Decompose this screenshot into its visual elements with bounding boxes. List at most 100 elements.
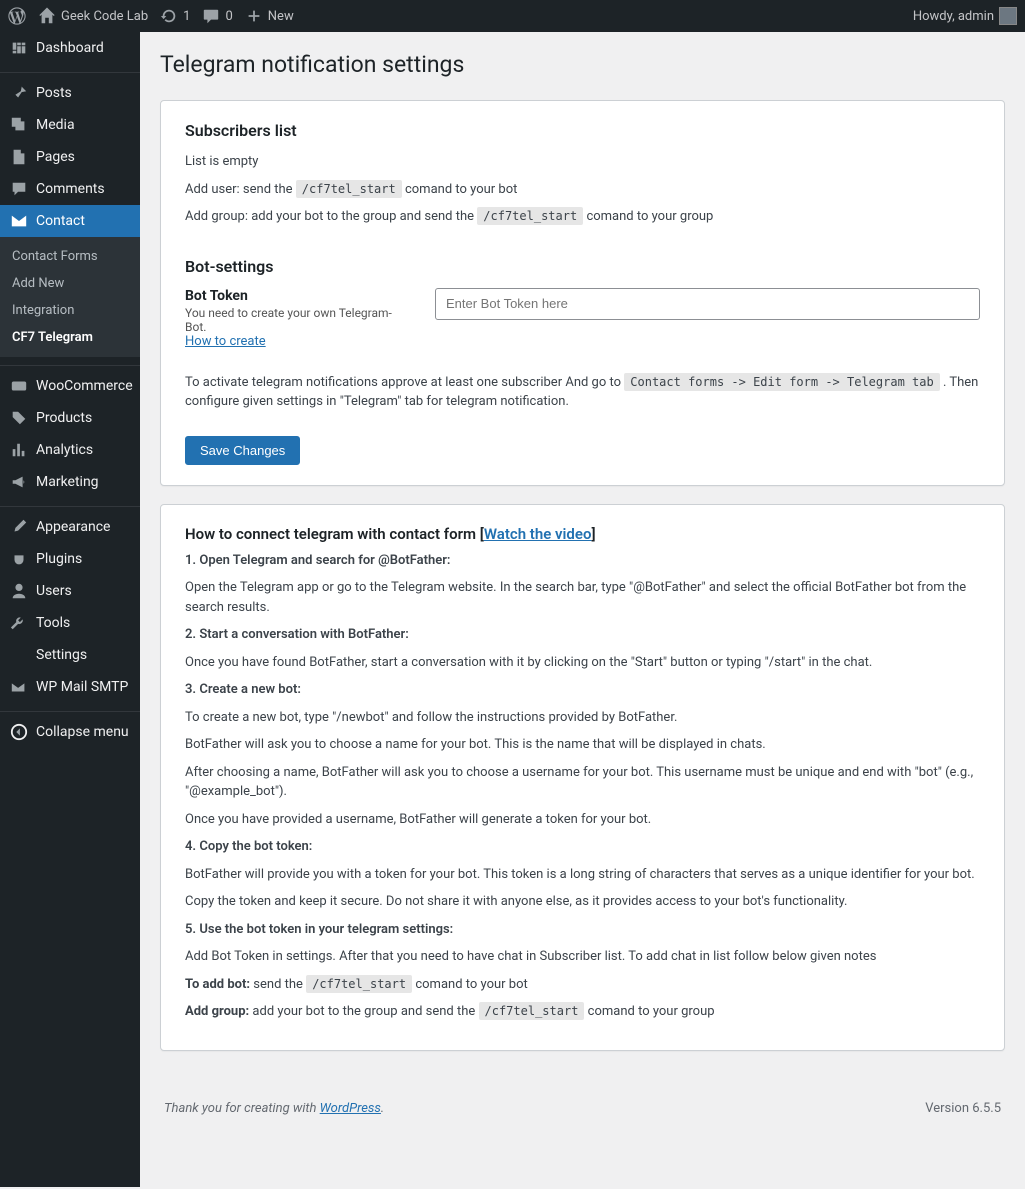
- menu-wp-mail-smtp[interactable]: WP Mail SMTP: [0, 671, 140, 703]
- menu-media[interactable]: Media: [0, 109, 140, 141]
- menu-plugins-label: Plugins: [36, 551, 82, 567]
- submenu-contact-forms[interactable]: Contact Forms: [0, 243, 140, 270]
- cmd-code: /cf7tel_start: [296, 180, 402, 198]
- bot-token-row: Bot Token You need to create your own Te…: [185, 288, 980, 349]
- menu-settings-label: Settings: [36, 647, 87, 663]
- step4-title: 4. Copy the bot token:: [185, 837, 980, 857]
- menu-products[interactable]: Products: [0, 402, 140, 434]
- media-icon: [10, 116, 28, 134]
- step5-title: 5. Use the bot token in your telegram se…: [185, 920, 980, 940]
- brush-icon: [10, 518, 28, 536]
- menu-appearance[interactable]: Appearance: [0, 511, 140, 543]
- submenu-add-new[interactable]: Add New: [0, 270, 140, 297]
- footer-thanks: Thank you for creating with WordPress.: [164, 1101, 384, 1116]
- bot-token-desc: You need to create your own Telegram-Bot…: [185, 306, 405, 334]
- menu-pages[interactable]: Pages: [0, 141, 140, 173]
- submenu-integration[interactable]: Integration: [0, 297, 140, 324]
- step2-text: Once you have found BotFather, start a c…: [185, 653, 980, 673]
- menu-tools-label: Tools: [36, 615, 70, 631]
- cmd-code: /cf7tel_start: [479, 1002, 585, 1020]
- menu-pages-label: Pages: [36, 149, 75, 165]
- step5-text1: Add Bot Token in settings. After that yo…: [185, 947, 980, 967]
- how-to-create-link[interactable]: How to create: [185, 334, 266, 349]
- watch-video-link[interactable]: Watch the video: [484, 525, 592, 543]
- woo-icon: [10, 377, 28, 395]
- step2-title: 2. Start a conversation with BotFather:: [185, 625, 980, 645]
- menu-posts[interactable]: Posts: [0, 77, 140, 109]
- pin-icon: [10, 84, 28, 102]
- bot-token-label-block: Bot Token You need to create your own Te…: [185, 288, 405, 349]
- menu-woocommerce-label: WooCommerce: [36, 378, 133, 394]
- pages-icon: [10, 148, 28, 166]
- menu-analytics-label: Analytics: [36, 442, 93, 458]
- list-empty-text: List is empty: [185, 152, 980, 172]
- howdy-text: Howdy, admin: [913, 9, 994, 24]
- step4-text2: Copy the token and keep it secure. Do no…: [185, 892, 980, 912]
- updates-count: 1: [183, 9, 190, 24]
- plug-icon: [10, 550, 28, 568]
- wrench-icon: [10, 614, 28, 632]
- step3-text1: To create a new bot, type "/newbot" and …: [185, 708, 980, 728]
- step5-addgroup: Add group: add your bot to the group and…: [185, 1002, 980, 1022]
- admin-bar: Geek Code Lab 1 0 New Howdy, admin: [0, 0, 1025, 32]
- footer-version: Version 6.5.5: [925, 1101, 1001, 1116]
- menu-contact-label: Contact: [36, 213, 85, 229]
- step3-text4: Once you have provided a username, BotFa…: [185, 810, 980, 830]
- cmd-code: /cf7tel_start: [477, 207, 583, 225]
- botsettings-heading: Bot-settings: [185, 257, 980, 276]
- collapse-label: Collapse menu: [36, 724, 129, 740]
- wordpress-link[interactable]: WordPress: [320, 1101, 381, 1116]
- admin-sidebar: Dashboard Posts Media Pages Comments Con…: [0, 32, 140, 1187]
- home-icon: [38, 7, 56, 25]
- step3-text3: After choosing a name, BotFather will as…: [185, 763, 980, 802]
- menu-comments[interactable]: Comments: [0, 173, 140, 205]
- add-user-instruction: Add user: send the /cf7tel_start comand …: [185, 180, 980, 200]
- content-area: Telegram notification settings Subscribe…: [140, 32, 1025, 1187]
- collapse-icon: [10, 723, 28, 741]
- page-title: Telegram notification settings: [160, 42, 1005, 82]
- analytics-icon: [10, 441, 28, 459]
- menu-comments-label: Comments: [36, 181, 105, 197]
- menu-wpmailsmtp-label: WP Mail SMTP: [36, 679, 128, 695]
- menu-analytics[interactable]: Analytics: [0, 434, 140, 466]
- menu-marketing[interactable]: Marketing: [0, 466, 140, 498]
- comments-count: 0: [225, 9, 232, 24]
- menu-dashboard-label: Dashboard: [36, 40, 104, 56]
- menu-users[interactable]: Users: [0, 575, 140, 607]
- comment-icon: [202, 7, 220, 25]
- wp-logo[interactable]: [8, 7, 26, 25]
- submenu-cf7-telegram[interactable]: CF7 Telegram: [0, 324, 140, 351]
- mail-icon: [10, 212, 28, 230]
- bot-token-label: Bot Token: [185, 288, 248, 304]
- envelope-fly-icon: [10, 678, 28, 696]
- menu-contact[interactable]: Contact: [0, 205, 140, 237]
- updates-link[interactable]: 1: [160, 7, 190, 25]
- site-name-link[interactable]: Geek Code Lab: [38, 7, 148, 25]
- comments-icon: [10, 180, 28, 198]
- add-group-instruction: Add group: add your bot to the group and…: [185, 207, 980, 227]
- menu-products-label: Products: [36, 410, 92, 426]
- howto-heading: How to connect telegram with contact for…: [185, 525, 980, 543]
- menu-settings[interactable]: Settings: [0, 639, 140, 671]
- bot-token-input[interactable]: [435, 288, 980, 320]
- step4-text1: BotFather will provide you with a token …: [185, 865, 980, 885]
- menu-tools[interactable]: Tools: [0, 607, 140, 639]
- avatar-icon: [999, 7, 1017, 25]
- menu-dashboard[interactable]: Dashboard: [0, 32, 140, 64]
- menu-users-label: Users: [36, 583, 72, 599]
- comments-link[interactable]: 0: [202, 7, 232, 25]
- menu-woocommerce[interactable]: WooCommerce: [0, 370, 140, 402]
- menu-plugins[interactable]: Plugins: [0, 543, 140, 575]
- cmd-code: /cf7tel_start: [306, 975, 412, 993]
- collapse-menu[interactable]: Collapse menu: [0, 716, 140, 748]
- step3-text2: BotFather will ask you to choose a name …: [185, 735, 980, 755]
- site-name-text: Geek Code Lab: [61, 9, 148, 24]
- step1-text: Open the Telegram app or go to the Teleg…: [185, 578, 980, 617]
- new-label: New: [268, 9, 294, 24]
- step1-title: 1. Open Telegram and search for @BotFath…: [185, 551, 980, 571]
- save-changes-button[interactable]: Save Changes: [185, 436, 300, 465]
- step3-title: 3. Create a new bot:: [185, 680, 980, 700]
- sliders-icon: [10, 646, 28, 664]
- account-link[interactable]: Howdy, admin: [913, 7, 1017, 25]
- new-content-link[interactable]: New: [245, 7, 294, 25]
